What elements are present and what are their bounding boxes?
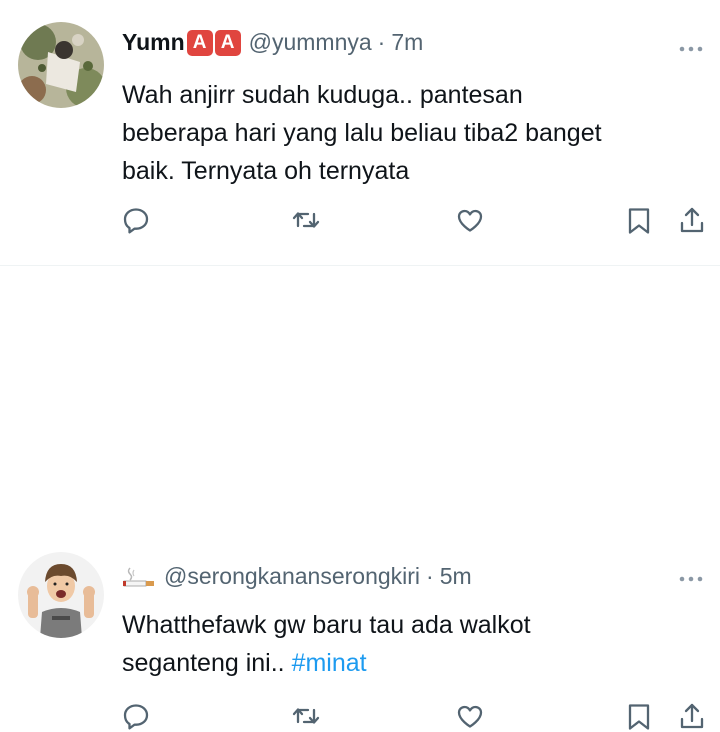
emoji-badge: A bbox=[186, 29, 213, 56]
bookmark-icon[interactable] bbox=[624, 702, 654, 732]
tweet-text-line: seganteng ini.. bbox=[122, 649, 292, 677]
tweet-header: @serongkananserongkiri · 5m bbox=[122, 563, 472, 590]
separator: · bbox=[426, 563, 434, 589]
share-icon[interactable] bbox=[677, 205, 707, 235]
retweet-icon[interactable] bbox=[291, 701, 321, 731]
timestamp[interactable]: 5m bbox=[440, 563, 472, 590]
reply-icon[interactable] bbox=[121, 701, 151, 731]
separator: · bbox=[377, 29, 386, 55]
cigarette-icon bbox=[122, 566, 156, 588]
more-icon[interactable] bbox=[678, 570, 704, 588]
tweet-text-line: Whatthefawk gw baru tau ada walkot bbox=[122, 611, 531, 639]
tweet-text-line: Wah anjirr sudah kuduga.. pantesan bbox=[122, 81, 523, 109]
emoji-badge: A bbox=[214, 29, 241, 56]
tweet-text-line: beberapa hari yang lalu beliau tiba2 ban… bbox=[122, 119, 602, 147]
share-icon[interactable] bbox=[677, 701, 707, 731]
bookmark-icon[interactable] bbox=[624, 206, 654, 236]
tweet-text: Whatthefawk gw baru tau ada walkot segan… bbox=[122, 606, 682, 682]
more-icon[interactable] bbox=[678, 40, 704, 58]
username[interactable]: @serongkananserongkiri bbox=[164, 563, 420, 590]
tweet-text-line: baik. Ternyata oh ternyata bbox=[122, 157, 410, 185]
display-name[interactable]: Yumn bbox=[122, 29, 185, 56]
tweet-text: Wah anjirr sudah kuduga.. pantesan beber… bbox=[122, 76, 682, 190]
like-icon[interactable] bbox=[455, 701, 485, 731]
retweet-icon[interactable] bbox=[291, 205, 321, 235]
tweet[interactable]: @serongkananserongkiri · 5m Whatthefawk … bbox=[0, 265, 720, 730]
username[interactable]: @yummnya bbox=[249, 29, 372, 56]
tweet[interactable]: Yumn A A @yummnya · 7m Wah anjirr sudah … bbox=[0, 0, 720, 265]
like-icon[interactable] bbox=[455, 205, 485, 235]
reply-icon[interactable] bbox=[121, 205, 151, 235]
avatar[interactable] bbox=[18, 22, 104, 108]
hashtag-link[interactable]: #minat bbox=[292, 649, 367, 677]
tweet-header: Yumn A A @yummnya · 7m bbox=[122, 29, 423, 56]
avatar[interactable] bbox=[18, 552, 104, 638]
timestamp[interactable]: 7m bbox=[391, 29, 423, 56]
